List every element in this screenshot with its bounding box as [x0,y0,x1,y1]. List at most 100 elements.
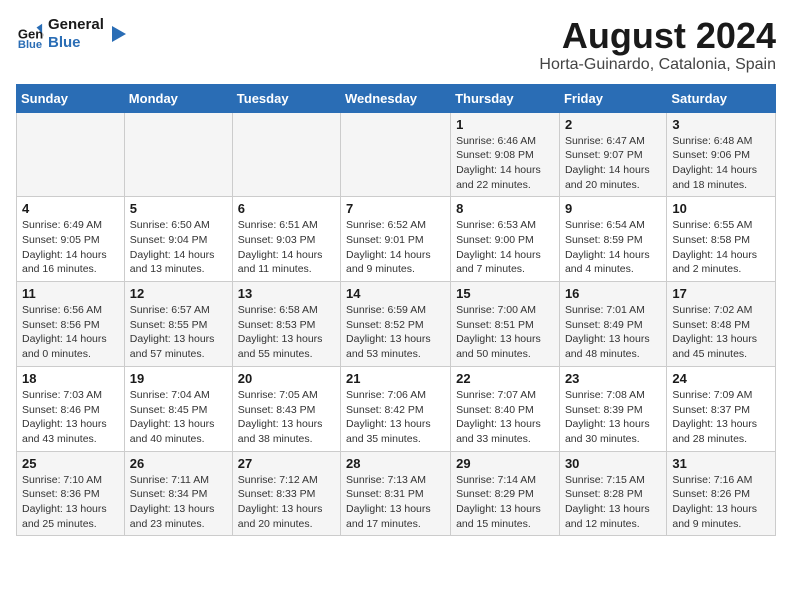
day-info: Sunrise: 6:49 AM Sunset: 9:05 PM Dayligh… [22,218,119,277]
calendar-cell [17,112,125,197]
weekday-header-thursday: Thursday [451,84,560,112]
calendar-cell: 3 Sunrise: 6:48 AM Sunset: 9:06 PM Daylig… [667,112,776,197]
day-info: Sunrise: 6:48 AM Sunset: 9:06 PM Dayligh… [672,134,770,193]
calendar-cell: 11 Sunrise: 6:56 AM Sunset: 8:56 PM Dayli… [17,282,125,367]
calendar-cell: 14Sunrise: 6:59 AM Sunset: 8:52 PM Dayli… [341,282,451,367]
calendar-cell: 27Sunrise: 7:12 AM Sunset: 8:33 PM Dayli… [232,451,340,536]
calendar-cell [341,112,451,197]
day-number: 7 [346,201,445,216]
day-info: Sunrise: 7:04 AM Sunset: 8:45 PM Dayligh… [130,388,227,447]
calendar-cell: 6 Sunrise: 6:51 AM Sunset: 9:03 PM Daylig… [232,197,340,282]
day-number: 14 [346,286,445,301]
calendar-cell: 7 Sunrise: 6:52 AM Sunset: 9:01 PM Daylig… [341,197,451,282]
weekday-header-monday: Monday [124,84,232,112]
calendar-cell: 25 Sunrise: 7:10 AM Sunset: 8:36 PM Dayli… [17,451,125,536]
calendar-cell: 2Sunrise: 6:47 AM Sunset: 9:07 PM Daylig… [559,112,666,197]
calendar-table: SundayMondayTuesdayWednesdayThursdayFrid… [16,84,776,537]
calendar-cell: 29 Sunrise: 7:14 AM Sunset: 8:29 PM Dayli… [451,451,560,536]
day-info: Sunrise: 6:58 AM Sunset: 8:53 PM Dayligh… [238,303,335,362]
day-number: 25 [22,456,119,471]
calendar-cell [232,112,340,197]
day-number: 30 [565,456,661,471]
calendar-cell: 18 Sunrise: 7:03 AM Sunset: 8:46 PM Dayli… [17,366,125,451]
calendar-week-row: 25 Sunrise: 7:10 AM Sunset: 8:36 PM Dayli… [17,451,776,536]
day-number: 20 [238,371,335,386]
day-number: 21 [346,371,445,386]
calendar-cell: 28 Sunrise: 7:13 AM Sunset: 8:31 PM Dayli… [341,451,451,536]
day-info: Sunrise: 7:11 AM Sunset: 8:34 PM Dayligh… [130,473,227,532]
day-number: 28 [346,456,445,471]
day-info: Sunrise: 7:16 AM Sunset: 8:26 PM Dayligh… [672,473,770,532]
day-info: Sunrise: 7:05 AM Sunset: 8:43 PM Dayligh… [238,388,335,447]
day-info: Sunrise: 6:53 AM Sunset: 9:00 PM Dayligh… [456,218,554,277]
calendar-cell: 10 Sunrise: 6:55 AM Sunset: 8:58 PM Dayli… [667,197,776,282]
day-number: 8 [456,201,554,216]
calendar-cell: 21 Sunrise: 7:06 AM Sunset: 8:42 PM Dayli… [341,366,451,451]
logo-icon: General Blue [16,20,44,48]
logo-arrow-icon [108,24,128,44]
calendar-cell: 22Sunrise: 7:07 AM Sunset: 8:40 PM Dayli… [451,366,560,451]
calendar-cell: 24Sunrise: 7:09 AM Sunset: 8:37 PM Dayli… [667,366,776,451]
day-number: 9 [565,201,661,216]
day-info: Sunrise: 7:06 AM Sunset: 8:42 PM Dayligh… [346,388,445,447]
calendar-subtitle: Horta-Guinardo, Catalonia, Spain [539,56,776,74]
calendar-title-section: August 2024 Horta-Guinardo, Catalonia, S… [539,16,776,74]
day-number: 23 [565,371,661,386]
day-info: Sunrise: 6:52 AM Sunset: 9:01 PM Dayligh… [346,218,445,277]
page-header: General Blue General Blue August 2024 Ho… [16,16,776,74]
calendar-cell: 5 Sunrise: 6:50 AM Sunset: 9:04 PM Daylig… [124,197,232,282]
day-info: Sunrise: 7:14 AM Sunset: 8:29 PM Dayligh… [456,473,554,532]
calendar-week-row: 1 Sunrise: 6:46 AM Sunset: 9:08 PM Daylig… [17,112,776,197]
calendar-cell: 9 Sunrise: 6:54 AM Sunset: 8:59 PM Daylig… [559,197,666,282]
day-number: 29 [456,456,554,471]
day-info: Sunrise: 6:55 AM Sunset: 8:58 PM Dayligh… [672,218,770,277]
logo-general: General [48,16,104,34]
calendar-cell: 15Sunrise: 7:00 AM Sunset: 8:51 PM Dayli… [451,282,560,367]
calendar-cell: 16 Sunrise: 7:01 AM Sunset: 8:49 PM Dayli… [559,282,666,367]
weekday-header-friday: Friday [559,84,666,112]
day-info: Sunrise: 7:09 AM Sunset: 8:37 PM Dayligh… [672,388,770,447]
calendar-cell: 17Sunrise: 7:02 AM Sunset: 8:48 PM Dayli… [667,282,776,367]
day-number: 19 [130,371,227,386]
day-number: 22 [456,371,554,386]
day-number: 10 [672,201,770,216]
day-info: Sunrise: 6:51 AM Sunset: 9:03 PM Dayligh… [238,218,335,277]
day-info: Sunrise: 7:15 AM Sunset: 8:28 PM Dayligh… [565,473,661,532]
day-info: Sunrise: 7:13 AM Sunset: 8:31 PM Dayligh… [346,473,445,532]
calendar-title: August 2024 [539,16,776,56]
day-number: 6 [238,201,335,216]
day-number: 26 [130,456,227,471]
day-number: 16 [565,286,661,301]
day-info: Sunrise: 7:12 AM Sunset: 8:33 PM Dayligh… [238,473,335,532]
day-number: 5 [130,201,227,216]
calendar-cell: 19 Sunrise: 7:04 AM Sunset: 8:45 PM Dayli… [124,366,232,451]
day-number: 18 [22,371,119,386]
day-number: 1 [456,117,554,132]
day-number: 4 [22,201,119,216]
weekday-header-row: SundayMondayTuesdayWednesdayThursdayFrid… [17,84,776,112]
calendar-week-row: 4 Sunrise: 6:49 AM Sunset: 9:05 PM Daylig… [17,197,776,282]
day-number: 15 [456,286,554,301]
day-info: Sunrise: 6:54 AM Sunset: 8:59 PM Dayligh… [565,218,661,277]
logo: General Blue General Blue [16,16,128,52]
calendar-cell: 13Sunrise: 6:58 AM Sunset: 8:53 PM Dayli… [232,282,340,367]
day-info: Sunrise: 7:02 AM Sunset: 8:48 PM Dayligh… [672,303,770,362]
calendar-cell: 8 Sunrise: 6:53 AM Sunset: 9:00 PM Daylig… [451,197,560,282]
day-info: Sunrise: 7:03 AM Sunset: 8:46 PM Dayligh… [22,388,119,447]
day-info: Sunrise: 7:10 AM Sunset: 8:36 PM Dayligh… [22,473,119,532]
day-info: Sunrise: 7:01 AM Sunset: 8:49 PM Dayligh… [565,303,661,362]
day-number: 11 [22,286,119,301]
day-number: 3 [672,117,770,132]
calendar-week-row: 11 Sunrise: 6:56 AM Sunset: 8:56 PM Dayli… [17,282,776,367]
day-info: Sunrise: 6:46 AM Sunset: 9:08 PM Dayligh… [456,134,554,193]
day-info: Sunrise: 6:50 AM Sunset: 9:04 PM Dayligh… [130,218,227,277]
calendar-cell [124,112,232,197]
svg-text:Blue: Blue [18,39,42,48]
weekday-header-sunday: Sunday [17,84,125,112]
weekday-header-tuesday: Tuesday [232,84,340,112]
day-number: 2 [565,117,661,132]
calendar-cell: 31Sunrise: 7:16 AM Sunset: 8:26 PM Dayli… [667,451,776,536]
day-info: Sunrise: 6:56 AM Sunset: 8:56 PM Dayligh… [22,303,119,362]
calendar-cell: 30 Sunrise: 7:15 AM Sunset: 8:28 PM Dayli… [559,451,666,536]
day-info: Sunrise: 7:08 AM Sunset: 8:39 PM Dayligh… [565,388,661,447]
